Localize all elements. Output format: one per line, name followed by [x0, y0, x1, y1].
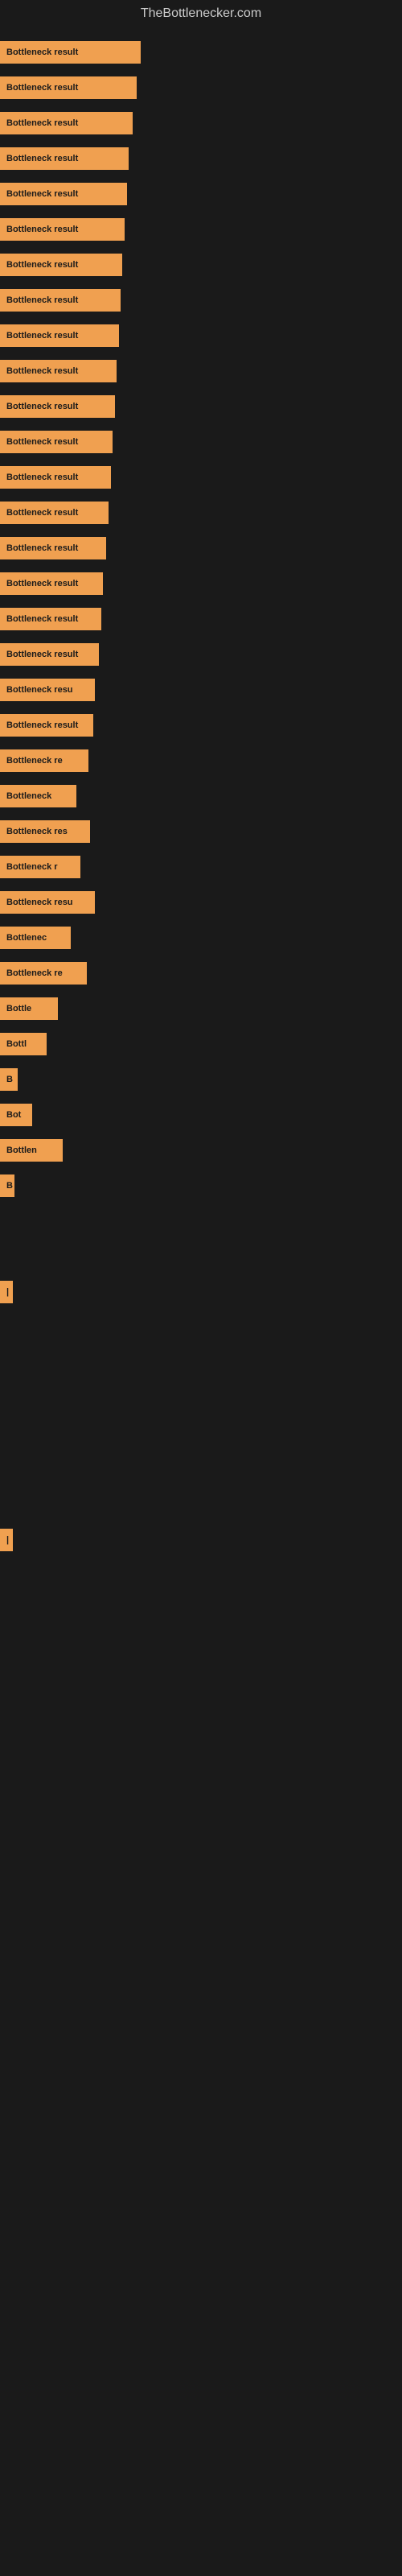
bottleneck-bar: Bottleneck resu [0, 679, 95, 701]
bottleneck-bar: Bottleneck result [0, 112, 133, 134]
bar-row: Bottleneck result [0, 531, 402, 565]
bar-row: | [0, 1523, 402, 1557]
bar-row [0, 1417, 402, 1451]
bottleneck-bar: Bottleneck resu [0, 891, 95, 914]
bottleneck-bar: Bottleneck result [0, 183, 127, 205]
bar-row: Bottleneck result [0, 142, 402, 175]
bar-row: Bottleneck re [0, 744, 402, 778]
bar-row: Bottleneck result [0, 460, 402, 494]
bar-row: B [0, 1169, 402, 1203]
bar-row: Bottleneck result [0, 283, 402, 317]
bottleneck-bar: Bottleneck re [0, 962, 87, 985]
bar-row: Bottlen [0, 1133, 402, 1167]
bar-row [0, 1452, 402, 1486]
bottleneck-bar: Bot [0, 1104, 32, 1126]
bottleneck-bar: Bottleneck result [0, 643, 99, 666]
bar-row: Bottleneck result [0, 602, 402, 636]
bar-row: Bottleneck resu [0, 886, 402, 919]
bar-row: Bottleneck result [0, 248, 402, 282]
bottleneck-bar: Bottleneck result [0, 147, 129, 170]
bar-row: Bottleneck result [0, 319, 402, 353]
bar-row [0, 1204, 402, 1238]
bottleneck-bar: Bottleneck result [0, 76, 137, 99]
bottleneck-bar: Bottleneck result [0, 324, 119, 347]
bottleneck-bar: Bottleneck result [0, 289, 121, 312]
bottleneck-bar: B [0, 1174, 14, 1197]
bottleneck-bar: Bottleneck result [0, 41, 141, 64]
bar-row: | [0, 1275, 402, 1309]
bar-row: Bottleneck re [0, 956, 402, 990]
bar-row: Bottleneck r [0, 850, 402, 884]
bar-row [0, 1311, 402, 1344]
bar-row: Bottleneck result [0, 567, 402, 601]
bottleneck-bar: Bottleneck result [0, 360, 117, 382]
bottleneck-bar: Bottleneck [0, 785, 76, 807]
bars-container: Bottleneck result Bottleneck result Bottle… [0, 27, 402, 1567]
bar-row: Bottleneck result [0, 496, 402, 530]
bottleneck-bar: Bottle [0, 997, 58, 1020]
bar-row [0, 1346, 402, 1380]
bottleneck-bar: Bottleneck result [0, 431, 113, 453]
bar-row: Bottleneck result [0, 425, 402, 459]
bottleneck-bar: Bottl [0, 1033, 47, 1055]
bar-row [0, 1488, 402, 1521]
bottleneck-bar: Bottleneck result [0, 395, 115, 418]
bar-row: Bottleneck result [0, 213, 402, 246]
bottleneck-bar: Bottleneck result [0, 537, 106, 559]
site-title: TheBottlenecker.com [0, 0, 402, 27]
bar-row: Bottlenec [0, 921, 402, 955]
bottleneck-bar: | [0, 1281, 13, 1303]
bar-row: Bottleneck resu [0, 673, 402, 707]
bottleneck-bar: | [0, 1529, 13, 1551]
bar-row: Bottle [0, 992, 402, 1026]
bottleneck-bar: Bottleneck re [0, 749, 88, 772]
bottleneck-bar: Bottleneck result [0, 608, 101, 630]
bottleneck-bar: Bottleneck result [0, 218, 125, 241]
bottleneck-bar: Bottlen [0, 1139, 63, 1162]
bar-row: Bottleneck result [0, 106, 402, 140]
bar-row: B [0, 1063, 402, 1096]
bar-row [0, 1381, 402, 1415]
bottleneck-bar: Bottleneck res [0, 820, 90, 843]
title-text: TheBottlenecker.com [141, 6, 261, 20]
bottleneck-bar: Bottleneck result [0, 572, 103, 595]
bar-row: Bottleneck result [0, 390, 402, 423]
bar-row: Bottleneck result [0, 35, 402, 69]
bottleneck-bar: Bottleneck result [0, 502, 109, 524]
bar-row: Bottleneck [0, 779, 402, 813]
bar-row: Bot [0, 1098, 402, 1132]
bar-row: Bottleneck result [0, 638, 402, 671]
bar-row: Bottleneck result [0, 71, 402, 105]
bottleneck-bar: Bottleneck result [0, 466, 111, 489]
bar-row [0, 1240, 402, 1274]
bar-row: Bottleneck result [0, 177, 402, 211]
bottleneck-bar: Bottleneck result [0, 714, 93, 737]
bar-row: Bottl [0, 1027, 402, 1061]
bar-row: Bottleneck result [0, 354, 402, 388]
bottleneck-bar: Bottleneck r [0, 856, 80, 878]
bar-row: Bottleneck result [0, 708, 402, 742]
bar-row: Bottleneck res [0, 815, 402, 848]
bottleneck-bar: Bottleneck result [0, 254, 122, 276]
bottleneck-bar: B [0, 1068, 18, 1091]
bottleneck-bar: Bottlenec [0, 927, 71, 949]
